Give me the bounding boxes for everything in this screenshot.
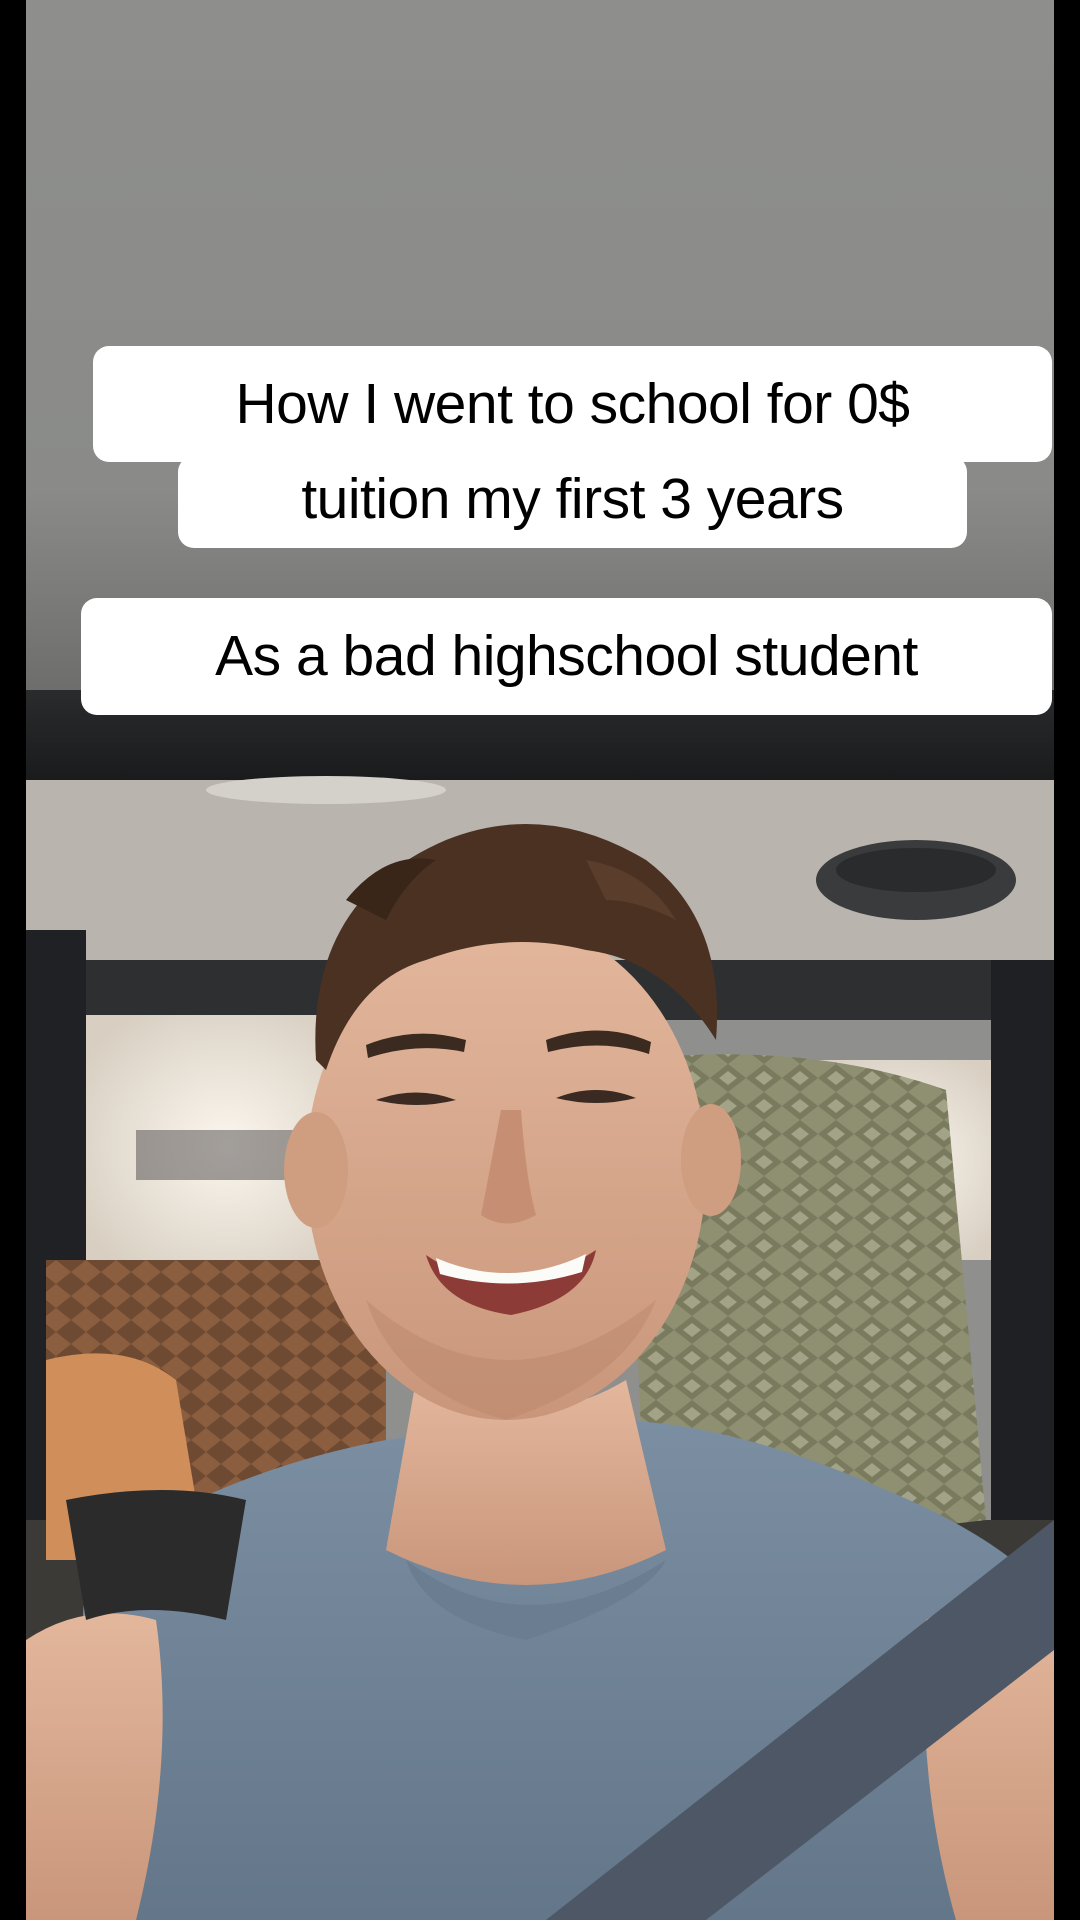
caption-line-1: How I went to school for 0$ [93, 346, 1052, 462]
caption-line-2: tuition my first 3 years [178, 456, 967, 548]
caption-line-3: As a bad highschool student [81, 598, 1052, 715]
video-frame: How I went to school for 0$ tuition my f… [0, 0, 1080, 1920]
selfie-photo [26, 0, 1054, 1920]
video-content: How I went to school for 0$ tuition my f… [26, 0, 1054, 1920]
